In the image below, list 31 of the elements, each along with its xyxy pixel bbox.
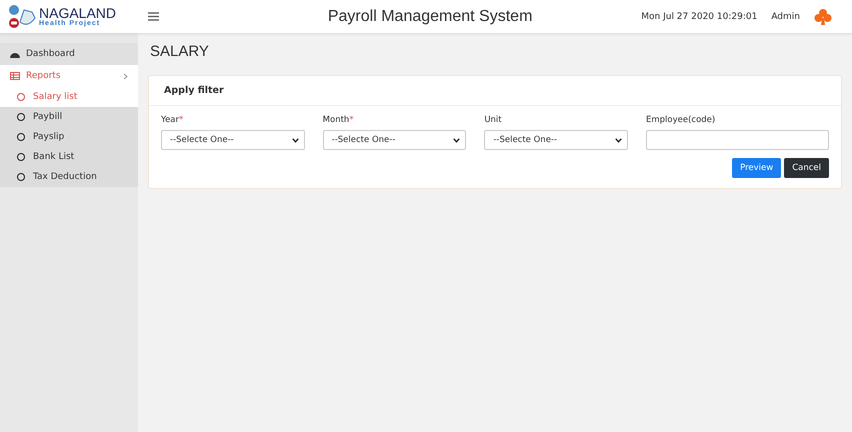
dashboard-icon xyxy=(10,50,20,58)
sidebar-item[interactable]: Dashboard xyxy=(0,43,138,65)
select-field[interactable]: --Selecte One-- xyxy=(161,130,305,150)
menu-icon[interactable] xyxy=(148,12,159,21)
input-field[interactable] xyxy=(646,130,829,150)
cancel-button[interactable]: Cancel xyxy=(784,158,829,178)
sidebar-subitem[interactable]: Paybill xyxy=(0,107,138,127)
sidebar-subitem[interactable]: Payslip xyxy=(0,127,138,147)
logo-icon xyxy=(8,4,36,30)
select-field[interactable]: --Selecte One-- xyxy=(322,130,466,150)
club-icon[interactable] xyxy=(814,8,832,26)
app-title: Payroll Management System xyxy=(326,8,534,26)
sidebar-subitem[interactable]: Tax Deduction xyxy=(0,167,138,187)
caret-icon xyxy=(453,138,460,142)
field-label: Year* xyxy=(161,115,184,125)
sidebar-subitem[interactable]: Bank List xyxy=(0,147,138,167)
user-name[interactable]: Admin xyxy=(771,12,800,22)
field-label: Unit xyxy=(484,115,503,125)
logo-title: NAGALAND xyxy=(39,6,116,20)
caret-icon xyxy=(615,138,622,142)
page-title: SALARY xyxy=(150,43,210,60)
sidebar-subitem[interactable]: Salary list xyxy=(0,87,138,107)
caret-icon xyxy=(292,138,299,142)
card-title: Apply filter xyxy=(149,76,841,106)
field-label: Month* xyxy=(322,115,355,125)
table-icon xyxy=(10,72,20,80)
field-label: Employee(code) xyxy=(646,115,716,125)
select-field[interactable]: --Selecte One-- xyxy=(484,130,628,150)
date-time: Mon Jul 27 2020 10:29:01 xyxy=(641,12,758,22)
preview-button[interactable]: Preview xyxy=(732,158,782,178)
sidebar-item[interactable]: Reports xyxy=(0,65,138,87)
